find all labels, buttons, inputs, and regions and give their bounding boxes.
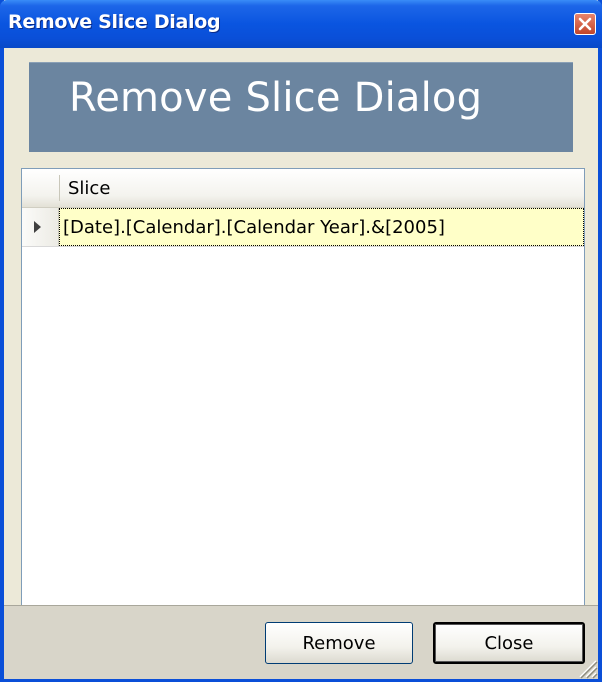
remove-slice-dialog-window: Remove Slice Dialog Remove Slice Dialog …	[0, 0, 602, 682]
row-selector[interactable]	[22, 208, 59, 246]
column-header-slice[interactable]: Slice	[68, 178, 110, 199]
close-button[interactable]: Close	[433, 622, 585, 664]
banner-title: Remove Slice Dialog	[69, 75, 483, 121]
remove-button[interactable]: Remove	[265, 622, 413, 664]
slice-cell-value: [Date].[Calendar].[Calendar Year].&[2005…	[63, 217, 445, 238]
window-title: Remove Slice Dialog	[8, 11, 221, 33]
resize-grip-icon[interactable]	[572, 653, 598, 679]
row-pointer-icon	[33, 221, 41, 233]
dialog-banner: Remove Slice Dialog	[29, 62, 573, 152]
slice-cell[interactable]: [Date].[Calendar].[Calendar Year].&[2005…	[59, 208, 584, 246]
table-row[interactable]: [Date].[Calendar].[Calendar Year].&[2005…	[22, 208, 584, 247]
grid-header: Slice	[22, 169, 584, 208]
close-icon	[578, 17, 592, 31]
dialog-footer: Remove Close	[4, 605, 598, 679]
title-bar[interactable]: Remove Slice Dialog	[0, 0, 602, 48]
header-separator	[59, 175, 60, 201]
window-close-button[interactable]	[574, 13, 596, 35]
slice-grid[interactable]: Slice [Date].[Calendar].[Calendar Year].…	[21, 168, 585, 607]
